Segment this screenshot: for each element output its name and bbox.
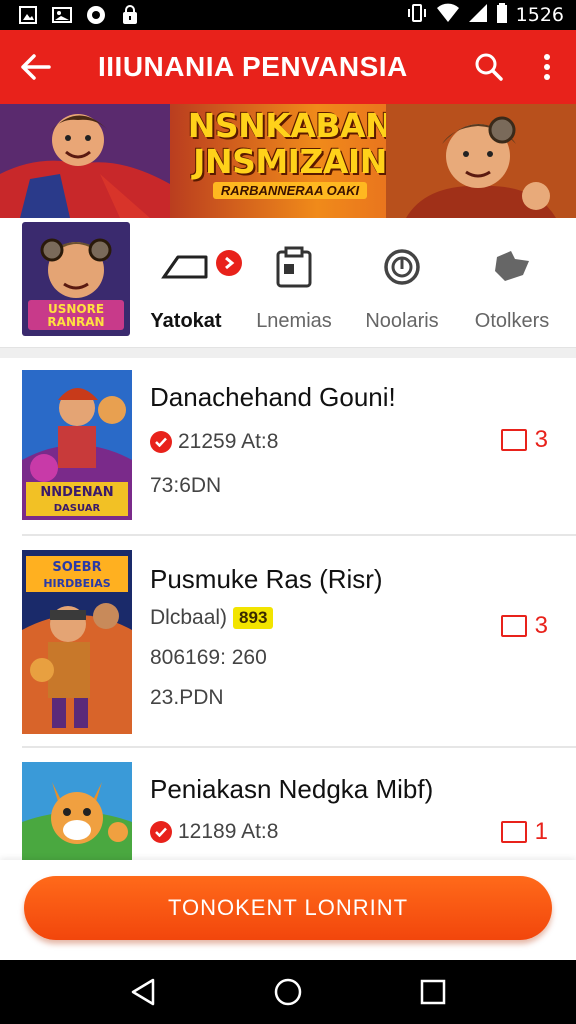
hero-character-illustration — [0, 104, 170, 218]
item-stats: 21259 At:8 — [178, 430, 279, 453]
promo-banner[interactable]: NSNKABAN JNSMIZAIN RARBANNERAA OAKI — [0, 104, 576, 218]
list-item[interactable]: SOEBR HIRDBEIAS Pusmuke Ras (Risr) Dlcba… — [0, 536, 576, 748]
nav-back-button[interactable] — [113, 960, 173, 1024]
game-cover-art: SOEBR HIRDBEIAS — [22, 550, 132, 734]
comment-box-icon — [500, 429, 527, 451]
circle-home-icon — [274, 978, 302, 1006]
comment-box-icon — [500, 615, 527, 637]
featured-game-thumbnail[interactable]: USNORE RANRAN — [22, 222, 130, 336]
cover-subtitle: DASUAR — [54, 503, 101, 514]
page-title: IIIUNANIA PENVANSIA — [98, 51, 408, 82]
thumb-title-line2: RANRAN — [47, 315, 104, 329]
tab-otolkers[interactable]: Otolkers — [454, 244, 570, 334]
adventurer-character-illustration — [386, 104, 576, 218]
comment-count[interactable]: 3 — [500, 612, 548, 640]
bottom-action-area: TONOKENT LONRINT — [0, 860, 576, 960]
nav-home-button[interactable] — [258, 960, 318, 1024]
item-title: Danachehand Gouni! — [150, 382, 396, 412]
triangle-back-icon — [131, 978, 154, 1006]
count-value: 3 — [534, 612, 548, 639]
tab-label: Lnemias — [256, 310, 332, 332]
cover-subtitle: HIRDBEIAS — [43, 577, 110, 590]
item-meta-primary: 12189 At:8 — [150, 820, 278, 844]
image-icon — [52, 5, 72, 25]
count-value: 1 — [534, 818, 548, 845]
tab-lnemias[interactable]: Lnemias — [236, 244, 352, 334]
comment-count[interactable]: 1 — [500, 818, 548, 846]
comment-count[interactable]: 3 — [500, 426, 548, 454]
tab-yatokat[interactable]: Yatokat — [128, 244, 244, 334]
list-item[interactable]: Peniakasn Nedgka Mibf) 12189 At:8 1 — [0, 748, 576, 860]
game-thumbnail: SOEBR HIRDBEIAS — [22, 550, 132, 734]
gallery-icon — [18, 5, 38, 25]
item-meta-primary: 806169: 260 — [150, 646, 267, 669]
app-screen: 1526 IIIUNANIA PENVANSIA NSNKABAN JNSMIZ… — [0, 0, 576, 1024]
check-badge-icon — [150, 821, 172, 843]
circle-target-icon — [382, 244, 422, 290]
tab-noolaris[interactable]: Noolaris — [344, 244, 460, 334]
more-options-button[interactable] — [518, 30, 576, 104]
tab-label: Otolkers — [474, 310, 550, 332]
record-icon — [86, 5, 106, 25]
system-nav-bar — [0, 960, 576, 1024]
signal-icon — [468, 3, 488, 28]
thumb-title-line1: USNORE — [48, 302, 104, 316]
banner-title-line1: NSNKABAN — [187, 106, 393, 145]
list-item[interactable]: NNDENAN DASUAR Danachehand Gouni! 21259 … — [0, 358, 576, 536]
banner-subtitle: RARBANNERAA OAKI — [212, 182, 368, 199]
tab-label: Noolaris — [365, 310, 439, 332]
lock-icon — [120, 5, 140, 25]
count-value: 3 — [534, 426, 548, 453]
game-cover-art: NNDENAN DASUAR — [22, 370, 132, 520]
item-meta-tagline: Dlcbaal) 893 — [150, 606, 274, 630]
chat-bubble-icon — [491, 244, 533, 290]
game-list: NNDENAN DASUAR Danachehand Gouni! 21259 … — [0, 358, 576, 860]
back-button[interactable] — [0, 30, 72, 104]
app-bar: IIIUNANIA PENVANSIA — [0, 30, 576, 104]
featured-game-art: USNORE RANRAN — [22, 222, 130, 336]
item-author: Dlcbaal) — [150, 606, 228, 629]
cover-title: NNDENAN — [40, 485, 113, 500]
clock-text: 1526 — [515, 4, 564, 26]
item-meta-primary: 21259 At:8 — [150, 430, 278, 454]
item-meta-secondary: 23.PDN — [150, 686, 224, 709]
game-thumbnail — [22, 762, 132, 860]
square-recents-icon — [421, 979, 446, 1005]
wifi-icon — [436, 3, 460, 28]
comment-box-icon — [500, 821, 527, 843]
primary-action-button[interactable]: TONOKENT LONRINT — [24, 876, 552, 940]
item-stats: 12189 At:8 — [178, 820, 279, 843]
arrow-left-icon — [21, 54, 51, 80]
game-cover-art — [22, 762, 132, 860]
game-thumbnail: NNDENAN DASUAR — [22, 370, 132, 520]
banner-text: NSNKABAN JNSMIZAIN RARBANNERAA OAKI — [170, 108, 410, 200]
nav-recents-button[interactable] — [403, 960, 463, 1024]
section-divider — [0, 348, 576, 358]
clipboard-icon — [274, 244, 314, 290]
rating-tag: 893 — [233, 607, 274, 629]
cover-title: SOEBR — [52, 560, 101, 575]
item-meta-secondary: 73:6DN — [150, 474, 222, 497]
battery-icon — [496, 2, 508, 28]
category-tabs: USNORE RANRAN Yatokat Lnemias Noolaris O… — [0, 218, 576, 348]
check-badge-icon — [150, 431, 172, 453]
more-vertical-icon — [544, 54, 550, 80]
search-icon — [475, 53, 503, 81]
item-title: Pusmuke Ras (Risr) — [150, 564, 383, 594]
tag-outline-icon — [160, 244, 242, 290]
banner-title-line2: JNSMIZAIN — [193, 142, 387, 181]
status-bar: 1526 — [0, 0, 576, 30]
tab-label: Yatokat — [150, 310, 222, 332]
vibrate-icon — [406, 3, 428, 28]
search-button[interactable] — [460, 30, 518, 104]
item-title: Peniakasn Nedgka Mibf) — [150, 774, 434, 804]
